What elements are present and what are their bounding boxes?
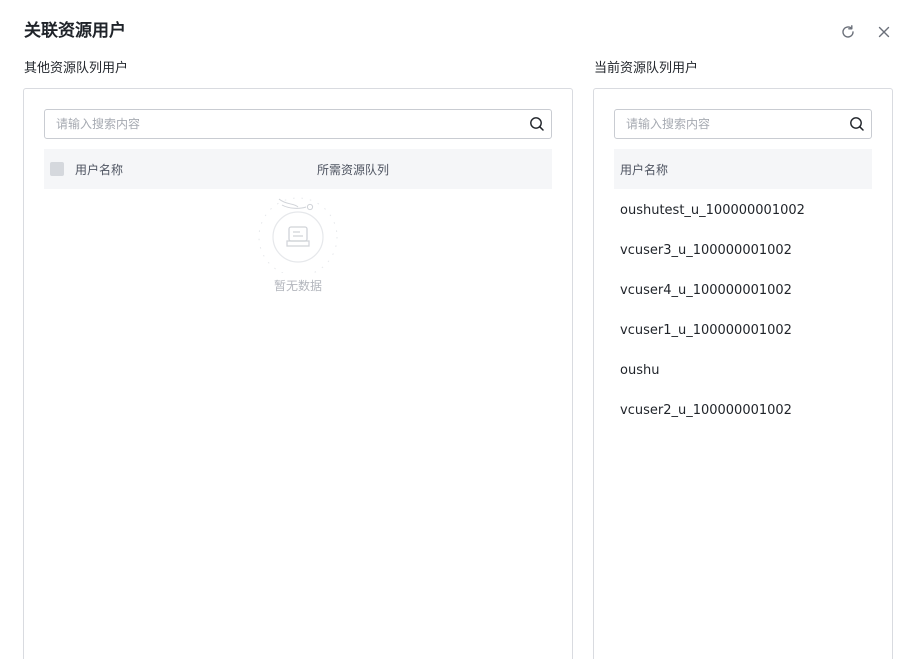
list-item[interactable]: vcuser4_u_100000001002 xyxy=(614,271,872,311)
right-search-box xyxy=(614,109,872,139)
list-item[interactable]: vcuser2_u_100000001002 xyxy=(614,391,872,431)
empty-text: 暂无数据 xyxy=(273,279,322,293)
other-queue-users-panel: 用户名称 所需资源队列 暂无数据 xyxy=(23,88,573,659)
empty-state: 暂无数据 xyxy=(254,193,342,297)
current-user-list: oushutest_u_100000001002 vcuser3_u_10000… xyxy=(614,191,872,431)
list-item[interactable]: oushutest_u_100000001002 xyxy=(614,191,872,231)
empty-data-icon xyxy=(258,197,338,277)
column-header-required-queue: 所需资源队列 xyxy=(317,163,390,177)
left-table-header: 用户名称 所需资源队列 xyxy=(44,149,552,189)
right-search-input[interactable] xyxy=(615,110,837,138)
dialog-title: 关联资源用户 xyxy=(24,21,126,41)
left-search-input[interactable] xyxy=(45,110,517,138)
column-header-username: 用户名称 xyxy=(620,163,669,177)
other-queue-users-label: 其他资源队列用户 xyxy=(24,61,129,76)
list-item[interactable]: oushu xyxy=(614,351,872,391)
left-search-box xyxy=(44,109,552,139)
list-item[interactable]: vcuser3_u_100000001002 xyxy=(614,231,872,271)
current-queue-users-panel: 用户名称 oushutest_u_100000001002 vcuser3_u_… xyxy=(593,88,893,659)
select-all-checkbox[interactable] xyxy=(50,162,64,176)
refresh-icon[interactable] xyxy=(839,23,857,41)
current-queue-users-label: 当前资源队列用户 xyxy=(594,61,699,76)
associate-resource-users-dialog: 关联资源用户 其他资源队列用户 当前资源队列用户 用户名称 所需资源队列 xyxy=(0,0,919,659)
search-icon[interactable] xyxy=(529,116,545,132)
close-icon[interactable] xyxy=(875,23,893,41)
right-table-header: 用户名称 xyxy=(614,149,872,189)
search-icon[interactable] xyxy=(849,116,865,132)
list-item[interactable]: vcuser1_u_100000001002 xyxy=(614,311,872,351)
column-header-username: 用户名称 xyxy=(75,163,124,177)
